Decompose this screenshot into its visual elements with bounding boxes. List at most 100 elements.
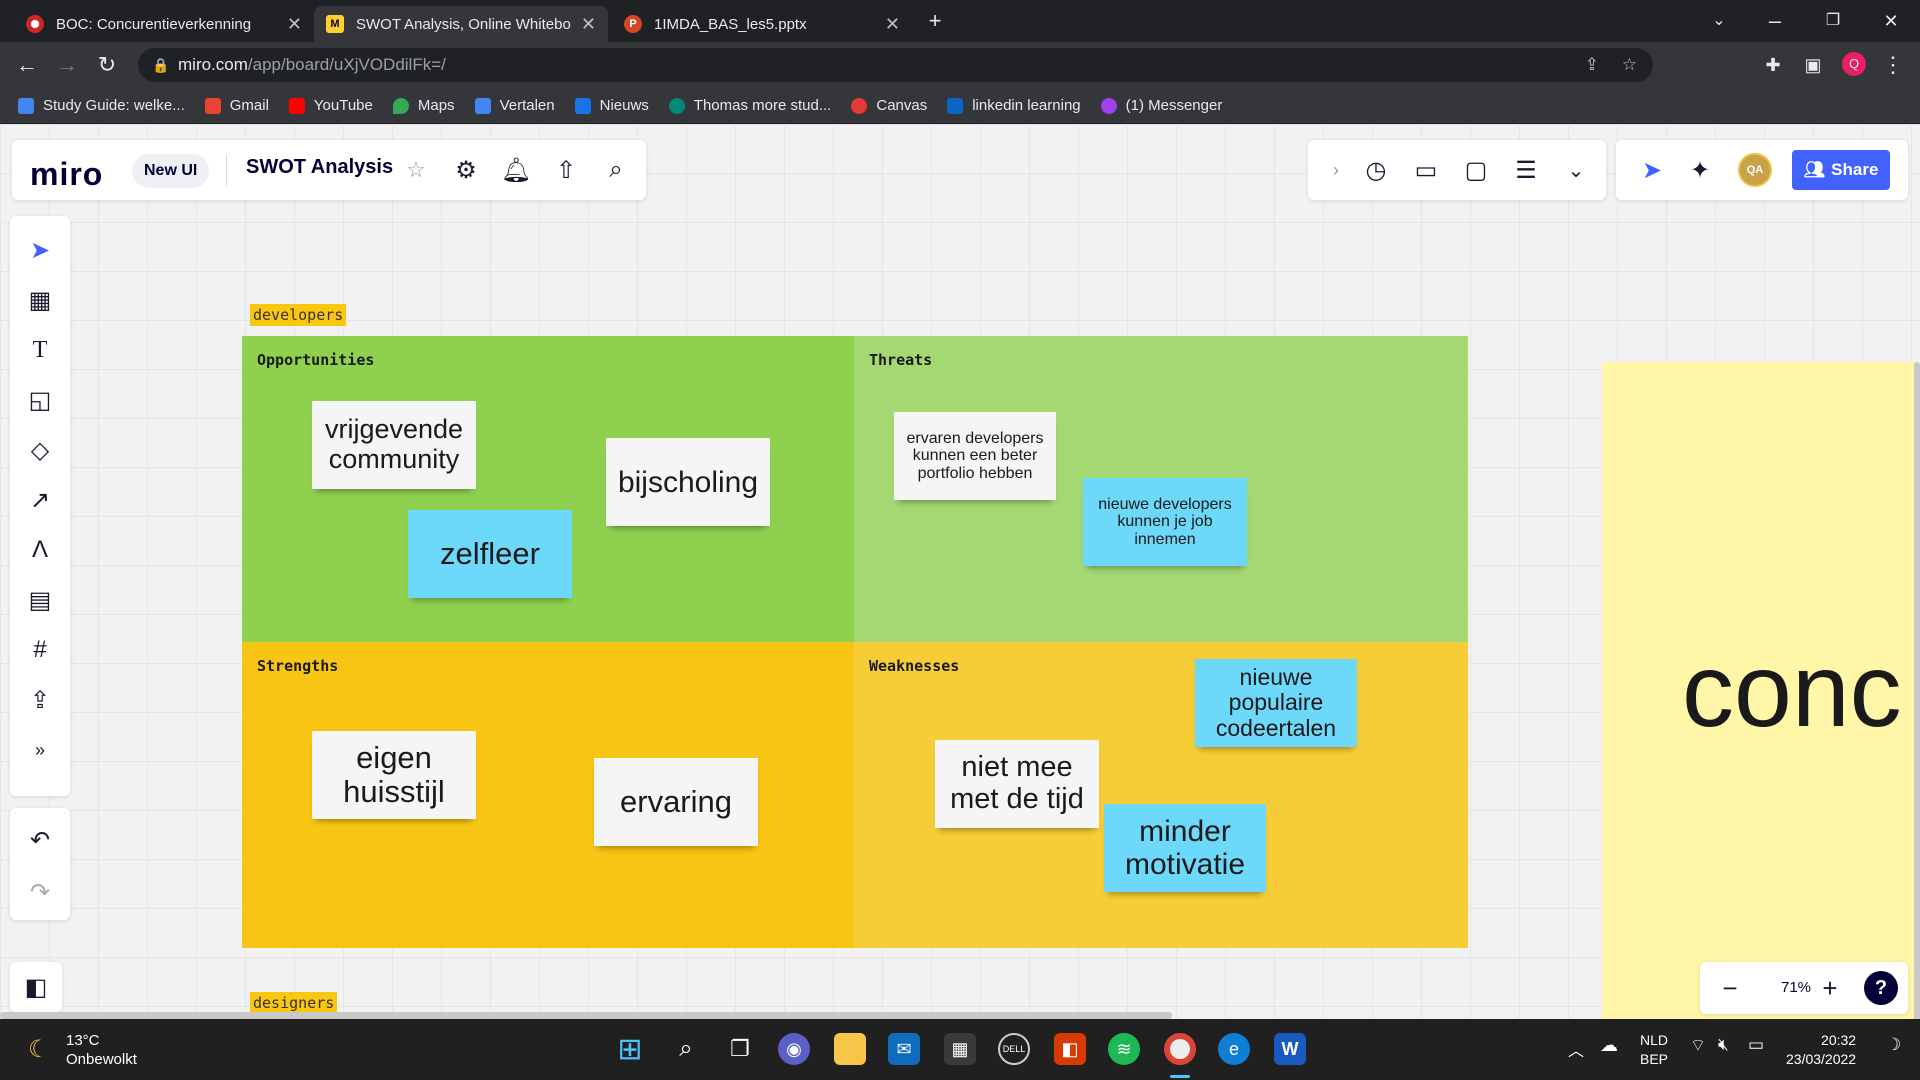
bookmark-youtube[interactable]: YouTube (288, 97, 373, 114)
designers-tag[interactable]: designers (250, 992, 338, 1014)
profile-avatar-icon[interactable]: Q (1842, 52, 1866, 76)
bookmark-star-icon[interactable]: ☆ (1622, 48, 1637, 82)
board-title[interactable]: SWOT Analysis (246, 156, 393, 179)
task-view-icon[interactable]: ❐ (724, 1033, 756, 1065)
edge-icon[interactable]: e (1218, 1033, 1250, 1065)
frame-icon[interactable]: # (22, 632, 58, 668)
zoom-out-icon[interactable]: − (1712, 970, 1748, 1006)
spotify-icon[interactable]: ≋ (1108, 1033, 1140, 1065)
menu-icon[interactable]: ⋮ (1880, 52, 1906, 78)
sticky-note[interactable]: niet mee met de tijd (935, 740, 1099, 828)
dell-icon[interactable]: DELL (998, 1033, 1030, 1065)
more-chevron-icon[interactable]: ⌄ (1558, 152, 1594, 188)
sticky-note[interactable]: vrijgevende community (312, 401, 476, 489)
celebrate-icon[interactable]: ✦ (1682, 152, 1718, 188)
minimize-icon[interactable]: – (1762, 8, 1788, 34)
select-cursor-icon[interactable]: ➤ (22, 232, 58, 268)
weather-widget[interactable]: 13°C Onbewolkt (66, 1031, 137, 1069)
windows-start-icon[interactable]: ⊞ (614, 1033, 646, 1066)
undo-icon[interactable]: ↶ (22, 822, 58, 858)
office-icon[interactable]: ◧ (1054, 1033, 1086, 1065)
presentation-icon[interactable]: ▢ (1458, 152, 1494, 188)
file-explorer-icon[interactable] (834, 1033, 866, 1065)
text-icon[interactable]: T (22, 332, 58, 368)
reload-icon[interactable]: ↻ (94, 52, 120, 78)
sticky-note[interactable]: nieuwe developers kunnen je job innemen (1083, 478, 1247, 566)
restore-icon[interactable]: ❐ (1820, 8, 1846, 34)
redo-icon[interactable]: ↷ (22, 874, 58, 910)
url-field[interactable]: 🔒 miro.com/app/board/uXjVODdilFk=/ ⇪ ☆ (138, 48, 1653, 82)
bookmark-study-guide[interactable]: Study Guide: welke... (18, 97, 185, 114)
notes-icon[interactable]: ☰ (1508, 152, 1544, 188)
bookmark-vertalen[interactable]: Vertalen (474, 97, 555, 114)
teams-chat-icon[interactable]: ◉ (778, 1033, 810, 1065)
taskbar-search-icon[interactable]: ⌕ (670, 1033, 702, 1065)
miro-canvas[interactable]: miro New UI SWOT Analysis ☆ ⚙ 🔔︎ ⇧ ⌕ › ◷… (0, 124, 1920, 1019)
close-window-icon[interactable]: ✕ (1878, 8, 1904, 34)
upload-content-icon[interactable]: ⇪ (22, 682, 58, 718)
volume-muted-icon[interactable]: 🔇︎ (1718, 1035, 1729, 1055)
bookmark-thomas-more[interactable]: Thomas more stud... (668, 97, 831, 114)
back-icon[interactable]: ← (14, 52, 40, 78)
frames-panel-toggle[interactable]: ◧ (10, 962, 62, 1012)
upload-icon[interactable]: ⇧ (548, 152, 584, 188)
show-hidden-icons[interactable]: ︿ (1568, 1037, 1584, 1061)
comment-icon[interactable]: ▤ (22, 582, 58, 618)
sticky-note-icon[interactable]: ◱ (22, 382, 58, 418)
close-tab-icon[interactable]: ✕ (581, 14, 596, 35)
cursor-follow-icon[interactable]: ➤ (1634, 152, 1670, 188)
arrow-connector-icon[interactable]: ↗ (22, 482, 58, 518)
onedrive-cloud-icon[interactable]: ☁ (1600, 1035, 1618, 1056)
help-button[interactable]: ? (1864, 971, 1898, 1005)
word-icon[interactable]: W (1274, 1033, 1306, 1065)
chrome-icon[interactable] (1164, 1033, 1196, 1065)
wifi-icon[interactable]: ⌔ (1690, 1035, 1706, 1056)
close-tab-icon[interactable]: ✕ (885, 14, 900, 35)
tab-search-icon[interactable]: ⌄ (1706, 8, 1732, 34)
share-page-icon[interactable]: ⇪ (1585, 48, 1599, 82)
bookmark-gmail[interactable]: Gmail (204, 97, 269, 114)
close-tab-icon[interactable]: ✕ (287, 14, 302, 35)
shapes-icon[interactable]: ◇ (22, 432, 58, 468)
bell-icon[interactable]: 🔔︎ (498, 152, 534, 188)
new-ui-badge[interactable]: New UI (132, 154, 210, 188)
bookmark-linkedin-learning[interactable]: linkedin learning (947, 97, 1081, 114)
sticky-note[interactable]: bijscholing (606, 438, 770, 526)
large-sticky-note[interactable]: conc (1602, 362, 1920, 1019)
chevron-right-icon[interactable]: › (1318, 152, 1354, 188)
miro-logo[interactable]: miro (30, 156, 103, 193)
tab-boc[interactable]: ✺ BOC: Concurentieverkenning ✕ (14, 6, 314, 42)
bookmark-maps[interactable]: Maps (392, 97, 455, 114)
user-avatar[interactable]: QA (1738, 153, 1772, 187)
sticky-note[interactable]: nieuwe populaire codeertalen (1195, 659, 1357, 747)
more-tools-icon[interactable]: » (22, 732, 58, 768)
bookmark-canvas[interactable]: Canvas (851, 97, 927, 114)
extensions-icon[interactable]: ✚ (1760, 52, 1786, 78)
horizontal-scrollbar[interactable] (0, 1012, 1172, 1019)
sticky-note[interactable]: ervaring (594, 758, 758, 846)
sticky-note[interactable]: minder motivatie (1104, 804, 1266, 892)
timer-icon[interactable]: ◷ (1358, 152, 1394, 188)
developers-tag[interactable]: developers (250, 304, 347, 326)
side-panel-icon[interactable]: ▣ (1800, 52, 1826, 78)
microsoft-store-icon[interactable]: ▦ (944, 1033, 976, 1065)
tab-swot[interactable]: M SWOT Analysis, Online Whiteboa ✕ (314, 6, 608, 42)
star-icon[interactable]: ☆ (398, 152, 434, 188)
pen-icon[interactable]: Λ (22, 532, 58, 568)
sticky-note[interactable]: zelfleer (408, 510, 572, 598)
bookmark-messenger[interactable]: (1) Messenger (1100, 97, 1222, 114)
new-tab-icon[interactable]: + (922, 8, 948, 34)
search-icon[interactable]: ⌕ (598, 152, 634, 188)
sticky-note[interactable]: ervaren developers kunnen een beter port… (894, 412, 1056, 500)
battery-icon[interactable]: ▭ (1748, 1035, 1764, 1055)
video-icon[interactable]: ▭ (1408, 152, 1444, 188)
templates-icon[interactable]: ▦ (22, 282, 58, 318)
mail-icon[interactable]: ✉ (888, 1033, 920, 1065)
settings-gear-icon[interactable]: ⚙ (448, 152, 484, 188)
language-indicator[interactable]: NLD BEP (1640, 1031, 1668, 1069)
bookmark-nieuws[interactable]: Nieuws (574, 97, 649, 114)
vertical-scrollbar[interactable] (1914, 362, 1920, 1019)
forward-icon[interactable]: → (54, 52, 80, 78)
share-button[interactable]: 👥︎ Share (1792, 150, 1890, 190)
tab-pptx[interactable]: P 1IMDA_BAS_les5.pptx ✕ (612, 6, 912, 42)
